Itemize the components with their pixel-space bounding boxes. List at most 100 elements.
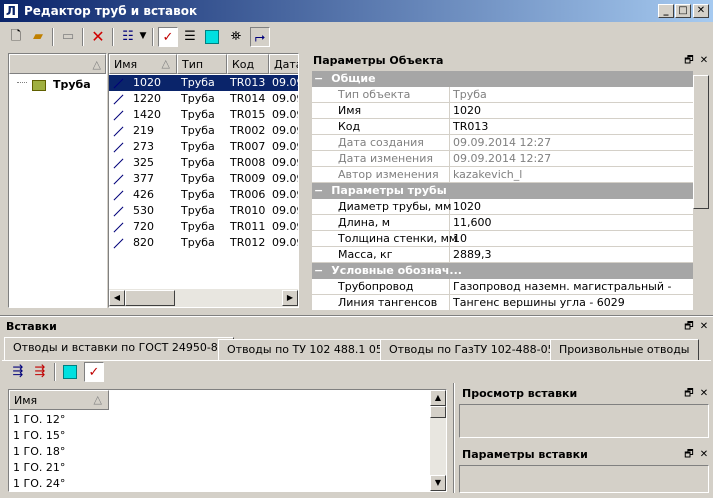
scroll-down-button[interactable]: ▼ (430, 475, 446, 491)
column-header-name[interactable]: Имя △ (109, 54, 177, 74)
splitter[interactable] (453, 383, 455, 493)
scroll-right-button[interactable]: ▶ (282, 290, 298, 306)
inserts-scrollbar[interactable]: ▲ ▼ (430, 390, 446, 491)
table-row[interactable]: 530 Труба TR010 09.09 (109, 203, 298, 219)
tab-gost[interactable]: Отводы и вставки по ГОСТ 24950-81 (4, 337, 234, 361)
cell-date: 09.09 (272, 236, 298, 249)
title-bar[interactable]: Л Редактор труб и вставок _ □ ✕ (0, 0, 713, 22)
property-row[interactable]: Линия тангенсов Тангенс вершины угла - 60… (312, 295, 693, 311)
tab-gaztu[interactable]: Отводы по ГазТУ 102-488-05 (380, 339, 564, 360)
table-row[interactable]: 377 Труба TR009 09.09 (109, 171, 298, 187)
tab-custom[interactable]: Произвольные отводы (550, 339, 699, 360)
close-panel-icon[interactable]: ✕ (698, 321, 710, 333)
preview-area (459, 404, 709, 438)
cyan-square-icon[interactable] (202, 27, 222, 47)
property-row[interactable]: Имя 1020 (312, 103, 693, 119)
checkbox-toggle-icon[interactable]: ✓ (84, 362, 104, 382)
property-row[interactable]: Дата изменения 09.09.2014 12:27 (312, 151, 693, 167)
table-row[interactable]: 273 Труба TR007 09.09 (109, 139, 298, 155)
list-item[interactable]: 1 ГО. 18° (9, 444, 429, 460)
scroll-up-button[interactable]: ▲ (430, 390, 446, 406)
group-symbols[interactable]: − Условные обознач... (312, 263, 693, 279)
delete-icon[interactable]: ✕ (88, 27, 108, 47)
close-panel-icon[interactable]: ✕ (698, 449, 710, 461)
column-header-name[interactable]: Имя △ (9, 390, 109, 410)
table-row[interactable]: 426 Труба TR006 09.09 (109, 187, 298, 203)
property-row[interactable]: Автор изменения kazakevich_l (312, 167, 693, 183)
column-header-date[interactable]: Дата (269, 54, 298, 74)
horizontal-scrollbar[interactable]: ◀ ▶ (109, 289, 298, 307)
collapse-icon[interactable]: − (314, 72, 323, 85)
splitter[interactable] (302, 52, 308, 312)
table-row[interactable]: 325 Труба TR008 09.09 (109, 155, 298, 171)
property-row[interactable]: Дата создания 09.09.2014 12:27 (312, 135, 693, 151)
property-row[interactable]: Диаметр трубы, мм 1020 (312, 199, 693, 215)
list-item[interactable]: 1 ГО. 21° (9, 460, 429, 476)
group-general[interactable]: − Общие (312, 71, 693, 87)
scroll-left-button[interactable]: ◀ (109, 290, 125, 306)
list-item[interactable]: 1 ГО. 15° (9, 428, 429, 444)
tab-tu[interactable]: Отводы по ТУ 102 488.1 05 (218, 339, 392, 360)
new-folder-icon[interactable]: ▰ (28, 27, 48, 47)
collapse-icon[interactable]: − (314, 264, 323, 277)
undock-icon[interactable]: 🗗 (683, 449, 695, 461)
close-panel-icon[interactable]: ✕ (698, 388, 710, 400)
scroll-thumb[interactable] (125, 290, 175, 306)
property-row[interactable]: Тип объекта Труба (312, 87, 693, 103)
group-pipe[interactable]: − Параметры трубы (312, 183, 693, 199)
property-row[interactable]: Масса, кг 2889,3 (312, 247, 693, 263)
new-document-icon[interactable]: 🗋 (6, 27, 26, 47)
collapse-icon[interactable]: − (314, 184, 323, 197)
column-header-type[interactable]: Тип (177, 54, 227, 74)
tree-header[interactable]: △ (9, 54, 106, 74)
property-value[interactable]: 2889,3 (453, 248, 492, 261)
property-row[interactable]: Трубопровод Газопровод наземн. магистраль… (312, 279, 693, 306)
table-row[interactable]: 1420 Труба TR015 09.09 (109, 107, 298, 123)
list-item[interactable]: 1 ГО. 12° (9, 412, 429, 428)
properties-list-icon[interactable]: ☰ (180, 27, 200, 47)
category-tree[interactable]: △ Труба (8, 53, 107, 308)
undock-icon[interactable]: 🗗 (683, 321, 695, 333)
undock-icon[interactable]: 🗗 (683, 388, 695, 400)
property-value[interactable]: Тангенс вершины угла - 6029 (453, 296, 625, 309)
table-row[interactable]: 820 Труба TR012 09.09 (109, 235, 298, 251)
minimize-button[interactable]: _ (658, 4, 674, 18)
property-value[interactable]: 11,600 (453, 216, 492, 229)
tree-item-pipe[interactable]: Труба (53, 78, 91, 91)
route-icon[interactable]: ⮣ (250, 27, 270, 47)
table-row[interactable]: 219 Труба TR002 09.09 (109, 123, 298, 139)
insert-remove-icon[interactable]: ⇶ (30, 362, 50, 382)
property-row[interactable]: Толщина стенки, мм 10 (312, 231, 693, 247)
table-row[interactable]: 1220 Труба TR014 09.09 (109, 91, 298, 107)
close-button[interactable]: ✕ (693, 4, 709, 18)
cyan-square-icon[interactable] (60, 362, 80, 382)
property-value[interactable]: 10 (453, 232, 467, 245)
scroll-thumb[interactable] (430, 406, 446, 418)
pipe-grid[interactable]: Имя△ Тип Код Дата 1020ТрубаTR01309.09122… (108, 53, 299, 308)
inserts-list[interactable]: Имя △ 1 ГО. 12° 1 ГО. 15° 1 ГО. 18° 1 ГО. 21… (8, 389, 447, 492)
cell-name: 820 (133, 236, 154, 249)
table-row[interactable]: 720 Труба TR011 09.09 (109, 219, 298, 235)
property-value[interactable]: 1020 (453, 200, 481, 213)
property-value[interactable]: 1020 (453, 104, 481, 117)
props-scrollbar[interactable] (693, 71, 709, 312)
property-name: Масса, кг (338, 248, 393, 261)
cell-code: TR010 (230, 204, 266, 217)
list-item[interactable]: 1 ГО. 24° (9, 476, 429, 492)
table-row[interactable]: 1020 Труба TR013 09.09 (109, 75, 298, 91)
chevron-down-icon[interactable]: ▼ (136, 27, 150, 47)
insert-add-icon[interactable]: ⇶ (8, 362, 28, 382)
property-value[interactable]: TR013 (453, 120, 488, 133)
maximize-button[interactable]: □ (675, 4, 691, 18)
binoculars-icon[interactable]: ⛯ (226, 27, 246, 47)
property-row[interactable]: Код TR013 (312, 119, 693, 135)
folder-up-icon[interactable]: ▭ (58, 27, 78, 47)
column-header-code[interactable]: Код (227, 54, 269, 74)
checkbox-toggle-icon[interactable]: ✓ (158, 27, 178, 47)
undock-icon[interactable]: 🗗 (683, 55, 695, 67)
scroll-thumb[interactable] (693, 75, 709, 209)
close-panel-icon[interactable]: ✕ (698, 55, 710, 67)
property-row[interactable]: Длина, м 11,600 (312, 215, 693, 231)
pipe-icon (113, 110, 124, 121)
list-view-icon[interactable]: ☷ (118, 27, 138, 47)
